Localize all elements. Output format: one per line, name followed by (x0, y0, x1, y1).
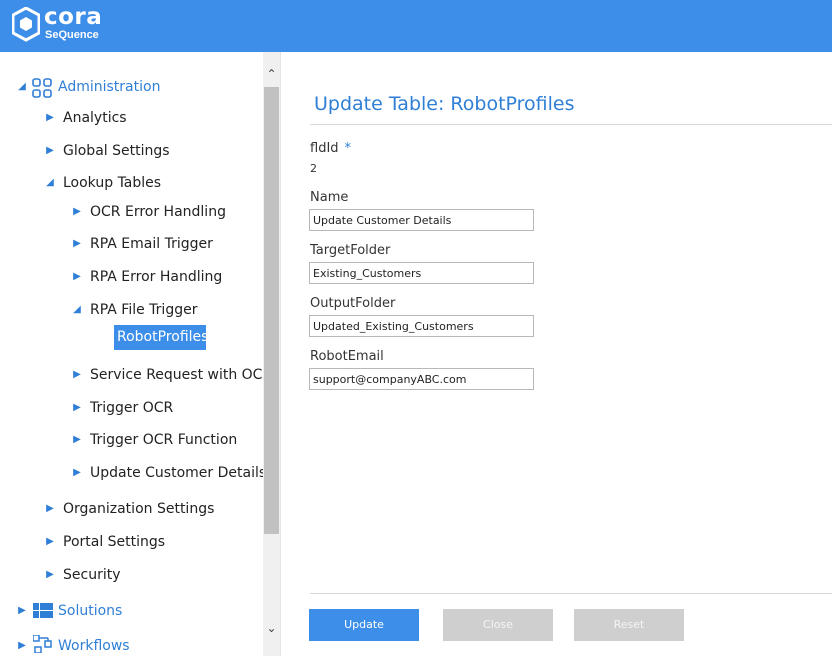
collapsed-arrow-icon[interactable]: ▶ (45, 564, 55, 586)
collapsed-arrow-icon[interactable]: ▶ (45, 498, 55, 520)
nav-portal-settings-label: Portal Settings (63, 534, 166, 550)
robot-email-input[interactable] (309, 368, 534, 390)
collapsed-arrow-icon[interactable]: ▶ (72, 364, 82, 386)
scrollbar-thumb[interactable] (264, 87, 279, 534)
nav-service-request-ocr-label: Service Request with OCR (90, 367, 273, 383)
expanded-arrow-icon[interactable]: ◢ (72, 299, 82, 321)
update-button[interactable]: Update (309, 609, 419, 641)
output-folder-input[interactable] (309, 315, 534, 337)
nav-workflows-label: Workflows (58, 638, 130, 654)
collapsed-arrow-icon[interactable]: ▶ (17, 635, 27, 656)
nav-rpa-error-handling-label: RPA Error Handling (90, 269, 223, 285)
collapsed-arrow-icon[interactable]: ▶ (72, 462, 82, 484)
name-label: Name (310, 190, 349, 205)
fldid-label: fldId * (310, 141, 351, 156)
nav-trigger-ocr-label: Trigger OCR (90, 400, 174, 416)
solutions-grid-icon (33, 603, 53, 618)
scroll-up-icon[interactable]: ⌃ (263, 66, 280, 83)
robot-email-label: RobotEmail (310, 349, 384, 364)
reset-button[interactable]: Reset (574, 609, 684, 641)
title-divider (310, 124, 832, 125)
sidebar-scrollbar[interactable]: ⌃ ⌄ (263, 52, 280, 656)
nav-lookup-tables-label: Lookup Tables (63, 175, 162, 191)
fldid-label-text: fldId (310, 141, 339, 156)
grid-icon (32, 78, 52, 98)
nav-solutions-label: Solutions (58, 603, 123, 619)
collapsed-arrow-icon[interactable]: ▶ (72, 266, 82, 288)
cube-logo-icon (12, 7, 40, 42)
collapsed-arrow-icon[interactable]: ▶ (45, 107, 55, 129)
target-folder-label: TargetFolder (310, 243, 391, 258)
nav-robot-profiles[interactable]: RobotProfiles (114, 325, 208, 350)
target-folder-input[interactable] (309, 262, 534, 284)
nav-organization-settings-label: Organization Settings (63, 501, 215, 517)
footer-divider (310, 593, 832, 594)
page-title: Update Table: RobotProfiles (314, 93, 575, 115)
nav-security-label: Security (63, 567, 121, 583)
nav-update-customer-details-label: Update Customer Details wi (90, 465, 281, 481)
nav-analytics-label: Analytics (63, 110, 127, 126)
collapsed-arrow-icon[interactable]: ▶ (45, 531, 55, 553)
collapsed-arrow-icon[interactable]: ▶ (72, 201, 82, 223)
output-folder-label: OutputFolder (310, 296, 396, 311)
cora-logo[interactable]: cora SeQuence (12, 4, 122, 48)
workflow-icon (33, 635, 52, 653)
collapsed-arrow-icon[interactable]: ▶ (72, 397, 82, 419)
collapsed-arrow-icon[interactable]: ▶ (45, 140, 55, 162)
app-header: cora SeQuence (0, 0, 832, 52)
brand-subname: SeQuence (45, 29, 99, 41)
close-button[interactable]: Close (443, 609, 553, 641)
nav-rpa-file-trigger-label: RPA File Trigger (90, 302, 198, 318)
nav-rpa-email-trigger-label: RPA Email Trigger (90, 236, 213, 252)
required-mark: * (344, 141, 352, 156)
brand-name: cora (44, 4, 103, 30)
nav-global-settings-label: Global Settings (63, 143, 170, 159)
collapsed-arrow-icon[interactable]: ▶ (17, 600, 27, 622)
navigation-sidebar: ◢ Administration ▶ Analytics ▶ Global Se… (0, 52, 281, 656)
nav-ocr-error-handling-label: OCR Error Handling (90, 204, 226, 220)
collapsed-arrow-icon[interactable]: ▶ (72, 233, 82, 255)
fldid-value: 2 (310, 162, 317, 175)
nav-administration-label: Administration (58, 79, 161, 95)
collapsed-arrow-icon[interactable]: ▶ (72, 429, 82, 451)
nav-trigger-ocr-function-label: Trigger OCR Function (90, 432, 238, 448)
expanded-arrow-icon[interactable]: ◢ (17, 76, 27, 98)
name-input[interactable] (309, 209, 534, 231)
main-content: Update Table: RobotProfiles fldId * 2 Nam… (281, 52, 832, 656)
scroll-down-icon[interactable]: ⌄ (263, 620, 280, 637)
expanded-arrow-icon[interactable]: ◢ (45, 172, 55, 194)
